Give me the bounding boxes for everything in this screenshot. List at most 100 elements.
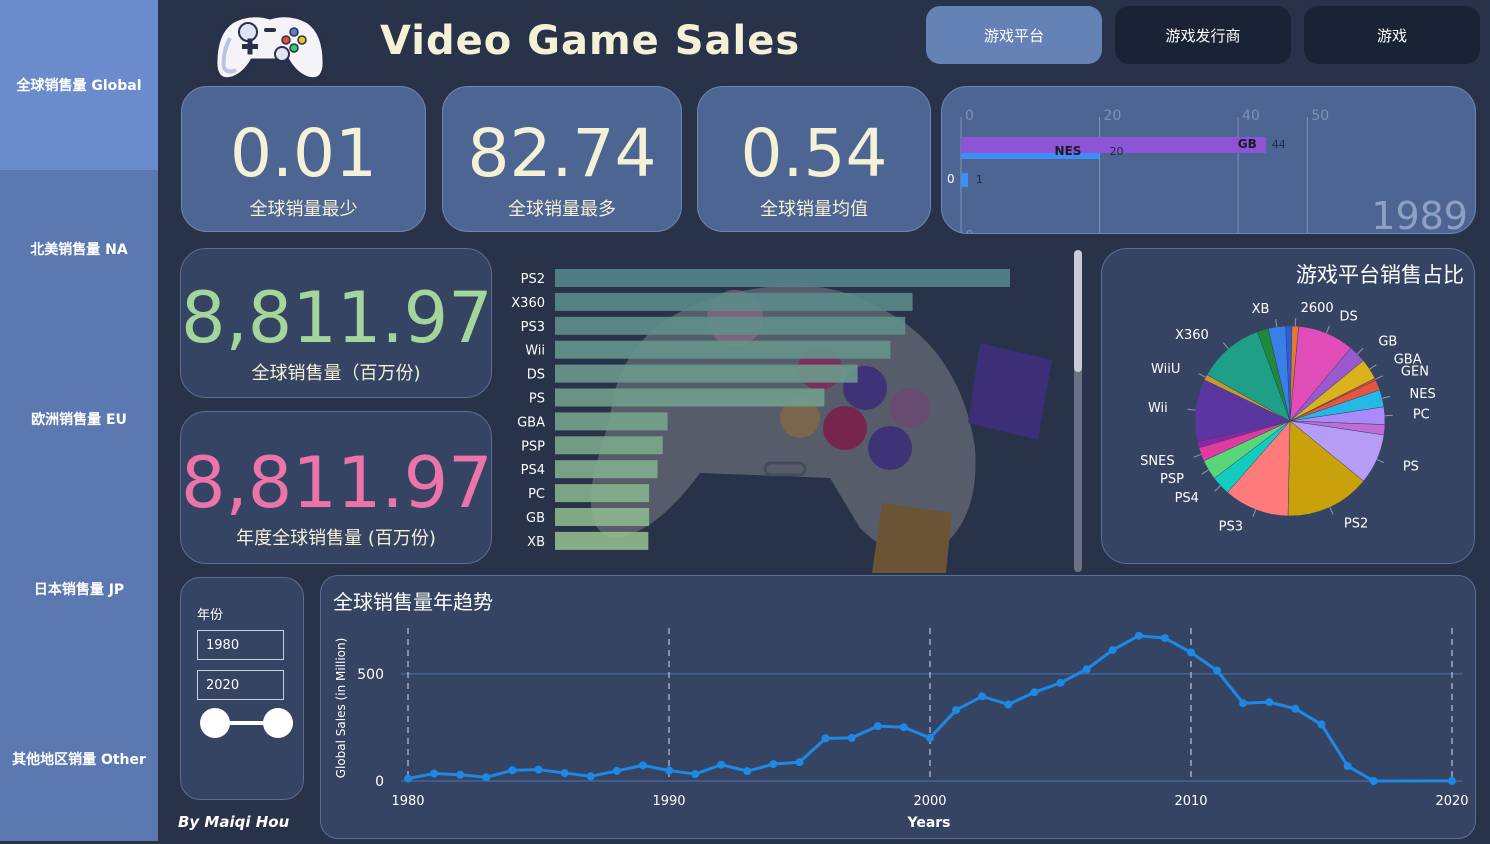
trend-x-tick-label: 2020 [1435,794,1468,809]
trend-y-axis-label: Global Sales (in Million) [334,638,348,779]
year-filter-card: 年份 1980 2020 [180,577,304,800]
kpi-avg-label: 全球销量均值 [698,195,930,221]
trend-data-point [1239,699,1247,707]
platform-bar [555,436,663,454]
kpi-max-card: 82.74 全球销量最多 [442,86,682,232]
kpi-avg-card: 0.54 全球销量均值 [697,86,931,232]
year-end-input[interactable]: 2020 [197,670,284,700]
trend-data-point [1083,665,1091,673]
platform-bar-label: X360 [511,296,545,311]
trend-line-chart: 050019801990200020102020YearsGlobal Sale… [321,576,1477,840]
platform-bar [555,317,905,335]
pie-slice-label: X360 [1175,328,1209,343]
platform-bar-label: PS2 [521,272,545,287]
trend-data-point [926,734,934,742]
tab-publisher[interactable]: 游戏发行商 [1115,6,1291,64]
trend-data-point [1318,720,1326,728]
race-bar [961,173,968,187]
trend-x-tick-label: 1990 [652,794,685,809]
sidebar-item-na[interactable]: 北美销售量 NA [0,164,158,334]
trend-data-point [1004,701,1012,709]
trend-data-point [1448,777,1456,785]
race-value-label: 1 [976,173,983,186]
range-slider-end-handle[interactable] [263,708,293,738]
race-x-tick-label: 0 [965,108,974,124]
sidebar-item-global[interactable]: 全球销售量 Global [0,0,158,170]
trend-data-point [508,766,516,774]
trend-data-point [456,771,464,779]
trend-data-point [1030,688,1038,696]
platform-bar [555,508,649,526]
pie-slice-label: PS2 [1344,517,1368,532]
trend-data-point [1370,777,1378,785]
trend-data-point [769,760,777,768]
sidebar-item-other[interactable]: 其他地区销量 Other [0,674,158,844]
tab-game[interactable]: 游戏 [1304,6,1480,64]
scrollbar-thumb[interactable] [1074,250,1082,372]
yearly-sales-value: 8,811.97 [181,442,491,524]
platform-bar-label: DS [527,368,545,383]
pie-slice-label: 2600 [1301,301,1334,316]
pie-leader-line [1370,365,1377,369]
trend-data-point [900,723,908,731]
trend-data-point [691,770,699,778]
pie-leader-line [1188,409,1196,410]
trend-x-axis-label: Years [906,815,950,831]
trend-data-point [1344,762,1352,770]
sidebar: 全球销售量 Global 北美销售量 NA 欧洲销售量 EU 日本销售量 JP … [0,0,158,841]
pie-leader-line [1199,374,1206,378]
trend-x-tick-label: 2010 [1174,794,1207,809]
pie-slice-label: PS [1403,460,1419,475]
pie-slice-label: DS [1340,310,1358,325]
trend-data-point [874,722,882,730]
platform-bar [555,412,668,430]
pie-leader-line [1253,510,1256,517]
trend-data-point [743,767,751,775]
trend-y-tick-label: 500 [357,667,384,683]
page-title: Video Game Sales [380,18,800,64]
sidebar-item-jp[interactable]: 日本销售量 JP [0,504,158,674]
pie-slice-label: PS4 [1175,491,1199,506]
pie-slice-label: XB [1252,302,1270,317]
pie-chart-card: 游戏平台销售占比 2600DSGBGBAGENNESPCPSPS2PS3PS4P… [1101,248,1475,564]
pie-leader-line [1215,486,1221,491]
platform-bar [555,484,649,502]
race-trailing-tick: 0 [966,228,973,234]
yearly-sales-label: 年度全球销售量 (百万份) [181,524,491,550]
tab-platform[interactable]: 游戏平台 [926,6,1102,64]
trend-data-point [535,766,543,774]
kpi-min-value: 0.01 [182,115,425,192]
year-start-input[interactable]: 1980 [197,630,284,660]
pie-slice-label: SNES [1140,454,1174,469]
platform-bar-label: PS [529,392,545,407]
pie-slice-label: Wii [1148,401,1168,416]
platform-bar-label: PS3 [521,320,545,335]
total-sales-label: 全球销售量（百万份) [181,359,491,385]
scrollbar[interactable] [1074,250,1082,572]
trend-data-point [1265,698,1273,706]
platform-bar [555,341,890,359]
trend-y-tick-label: 0 [375,774,384,790]
trend-chart-card: 全球销售量年趋势 050019801990200020102020YearsGl… [320,575,1476,839]
trend-data-point [613,767,621,775]
platform-bar-label: GB [526,511,545,526]
trend-data-point [587,772,595,780]
trend-data-point [822,734,830,742]
total-sales-value: 8,811.97 [181,277,491,359]
trend-data-point [482,773,490,781]
sidebar-item-label: 全球销售量 Global [16,75,141,95]
race-value-label: 44 [1272,138,1286,151]
sidebar-item-label: 欧洲销售量 EU [31,409,127,429]
trend-data-point [430,770,438,778]
yearly-sales-card: 8,811.97 年度全球销售量 (百万份) [180,411,492,564]
trend-data-point [1135,632,1143,640]
range-slider-start-handle[interactable] [200,708,230,738]
pie-leader-line [1377,459,1384,462]
race-year-label: 1989 [1371,194,1468,234]
pie-leader-line [1330,507,1333,514]
trend-data-point [665,767,673,775]
trend-data-point [1161,634,1169,642]
platform-bar-chart: PS2X360PS3WiiDSPSGBAPSPPS4PCGBXB [500,248,1090,573]
trend-data-point [796,758,804,766]
sidebar-item-eu[interactable]: 欧洲销售量 EU [0,334,158,504]
